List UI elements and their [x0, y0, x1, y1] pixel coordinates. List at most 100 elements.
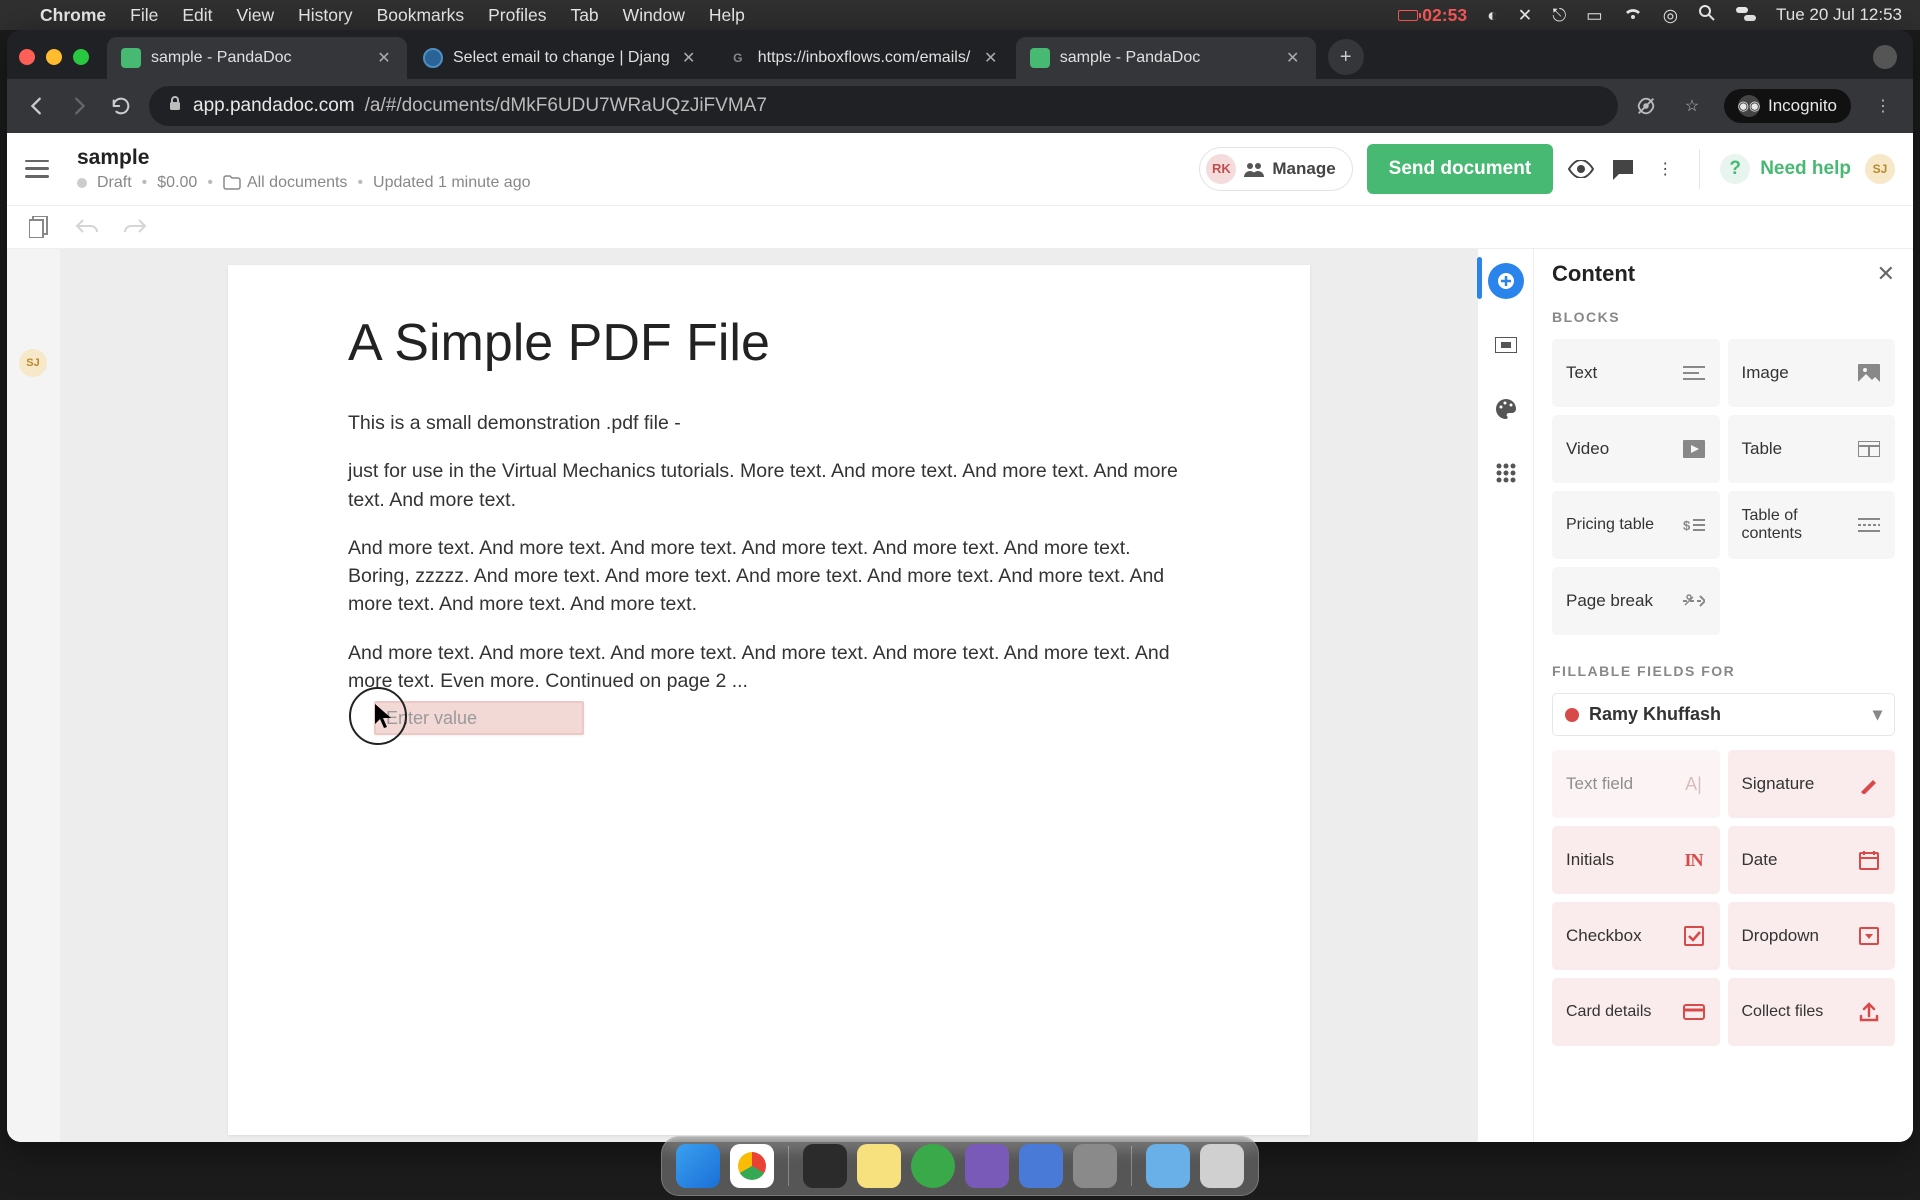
dock-downloads[interactable]: [1146, 1144, 1190, 1188]
wifi-icon[interactable]: [1623, 5, 1643, 26]
chrome-menu[interactable]: ⋮: [1869, 92, 1897, 120]
close-tab[interactable]: ✕: [680, 49, 698, 67]
dock-app[interactable]: [965, 1144, 1009, 1188]
field-signature[interactable]: Signature: [1728, 750, 1896, 818]
close-panel-button[interactable]: ✕: [1877, 261, 1895, 287]
block-page-break[interactable]: Page break: [1552, 567, 1720, 635]
recipient-selector[interactable]: Ramy Khuffash ▾: [1552, 693, 1895, 736]
tab-2[interactable]: G https://inboxflows.com/emails/ ✕: [714, 37, 1014, 79]
block-table[interactable]: Table: [1728, 415, 1896, 483]
back-button[interactable]: [23, 92, 51, 120]
field-checkbox[interactable]: Checkbox: [1552, 902, 1720, 970]
dock-finder[interactable]: [676, 1144, 720, 1188]
favicon-pandadoc-icon: [1030, 48, 1050, 68]
block-text[interactable]: Text: [1552, 339, 1720, 407]
block-video[interactable]: Video: [1552, 415, 1720, 483]
dropdown-icon: [1857, 927, 1881, 945]
close-tab[interactable]: ✕: [982, 49, 1000, 67]
macos-dock: [661, 1136, 1259, 1196]
close-window[interactable]: [19, 49, 35, 65]
apps-panel-button[interactable]: [1488, 455, 1524, 491]
more-menu[interactable]: ⋮: [1651, 155, 1679, 183]
send-document-button[interactable]: Send document: [1367, 144, 1554, 194]
favicon-pandadoc-icon: [121, 48, 141, 68]
new-tab-button[interactable]: +: [1328, 39, 1364, 75]
variables-panel-button[interactable]: [1488, 327, 1524, 363]
fullscreen-window[interactable]: [73, 49, 89, 65]
url-domain: app.pandadoc.com: [193, 95, 355, 117]
tab-3[interactable]: sample - PandaDoc ✕: [1016, 37, 1316, 79]
menubar-status-icon[interactable]: ▭: [1586, 5, 1603, 26]
menubar-date[interactable]: Tue 20 Jul 12:53: [1776, 5, 1902, 25]
menubar-view[interactable]: View: [236, 5, 274, 26]
manage-recipients[interactable]: RK Manage: [1199, 147, 1352, 191]
block-image[interactable]: Image: [1728, 339, 1896, 407]
user-avatar[interactable]: SJ: [1865, 154, 1895, 184]
menubar-profiles[interactable]: Profiles: [488, 5, 546, 26]
forward-button[interactable]: [65, 92, 93, 120]
undo-button[interactable]: [73, 215, 101, 239]
battery-indicator[interactable]: 02:53: [1398, 5, 1467, 26]
checkbox-icon: [1682, 926, 1706, 946]
menubar-app[interactable]: Chrome: [40, 5, 106, 26]
dock-app[interactable]: [803, 1144, 847, 1188]
control-center-icon[interactable]: [1736, 5, 1756, 26]
block-toc[interactable]: Table of contents: [1728, 491, 1896, 559]
redo-button[interactable]: [121, 215, 149, 239]
field-text[interactable]: Text fieldA|: [1552, 750, 1720, 818]
tab-title: Select email to change | Djang: [453, 49, 670, 67]
canvas[interactable]: A Simple PDF File This is a small demons…: [61, 249, 1477, 1142]
menubar-status-icon[interactable]: ⎋: [1552, 5, 1566, 26]
reload-button[interactable]: [107, 92, 135, 120]
bookmark-star-icon[interactable]: ☆: [1678, 92, 1706, 120]
panel-title: Content: [1552, 261, 1635, 287]
menubar-status-icon[interactable]: ◐: [1487, 5, 1498, 26]
folder-link[interactable]: All documents: [223, 174, 348, 192]
menubar-history[interactable]: History: [298, 5, 352, 26]
address-bar[interactable]: app.pandadoc.com/a/#/documents/dMkF6UDU7…: [149, 86, 1618, 126]
menubar-status-icon[interactable]: ◎: [1663, 5, 1678, 26]
incognito-indicator-icon[interactable]: [1873, 45, 1897, 69]
presence-avatar[interactable]: SJ: [19, 349, 47, 377]
spotlight-icon[interactable]: [1698, 4, 1716, 27]
document-title[interactable]: sample: [77, 146, 531, 170]
menu-toggle[interactable]: [25, 160, 49, 178]
menubar-window[interactable]: Window: [623, 5, 685, 26]
dock-chrome[interactable]: [730, 1144, 774, 1188]
field-collect-files[interactable]: Collect files: [1728, 978, 1896, 1046]
preview-button[interactable]: [1567, 155, 1595, 183]
workspace: SJ A Simple PDF File This is a small dem…: [7, 249, 1913, 1142]
image-block-icon: [1857, 364, 1881, 382]
blocked-cookies-icon[interactable]: [1632, 92, 1660, 120]
pages-panel-button[interactable]: [25, 215, 53, 239]
menubar-file[interactable]: File: [130, 5, 158, 26]
field-initials[interactable]: InitialsIN: [1552, 826, 1720, 894]
dock-app[interactable]: [911, 1144, 955, 1188]
dock-app[interactable]: [1019, 1144, 1063, 1188]
menubar-help[interactable]: Help: [709, 5, 745, 26]
close-tab[interactable]: ✕: [1284, 49, 1302, 67]
tab-title: sample - PandaDoc: [1060, 49, 1201, 67]
minimize-window[interactable]: [46, 49, 62, 65]
dock-app[interactable]: [857, 1144, 901, 1188]
design-panel-button[interactable]: [1488, 391, 1524, 427]
field-dropdown[interactable]: Dropdown: [1728, 902, 1896, 970]
field-card-details[interactable]: Card details: [1552, 978, 1720, 1046]
tab-1[interactable]: Select email to change | Djang ✕: [409, 37, 712, 79]
content-panel-button[interactable]: [1488, 263, 1524, 299]
svg-text:$: $: [1683, 518, 1691, 533]
tab-0[interactable]: sample - PandaDoc ✕: [107, 37, 407, 79]
incognito-badge[interactable]: ◉◉ Incognito: [1724, 89, 1851, 123]
field-date[interactable]: Date: [1728, 826, 1896, 894]
block-pricing-table[interactable]: Pricing table$: [1552, 491, 1720, 559]
dock-system-preferences[interactable]: [1073, 1144, 1117, 1188]
comments-button[interactable]: [1609, 155, 1637, 183]
doc-heading: A Simple PDF File: [348, 313, 1190, 373]
menubar-bookmarks[interactable]: Bookmarks: [377, 5, 465, 26]
close-tab[interactable]: ✕: [375, 49, 393, 67]
dock-trash[interactable]: [1200, 1144, 1244, 1188]
menubar-tab[interactable]: Tab: [570, 5, 598, 26]
menubar-edit[interactable]: Edit: [182, 5, 212, 26]
need-help-button[interactable]: ? Need help: [1720, 154, 1851, 184]
menubar-status-icon[interactable]: ✕: [1518, 5, 1533, 26]
